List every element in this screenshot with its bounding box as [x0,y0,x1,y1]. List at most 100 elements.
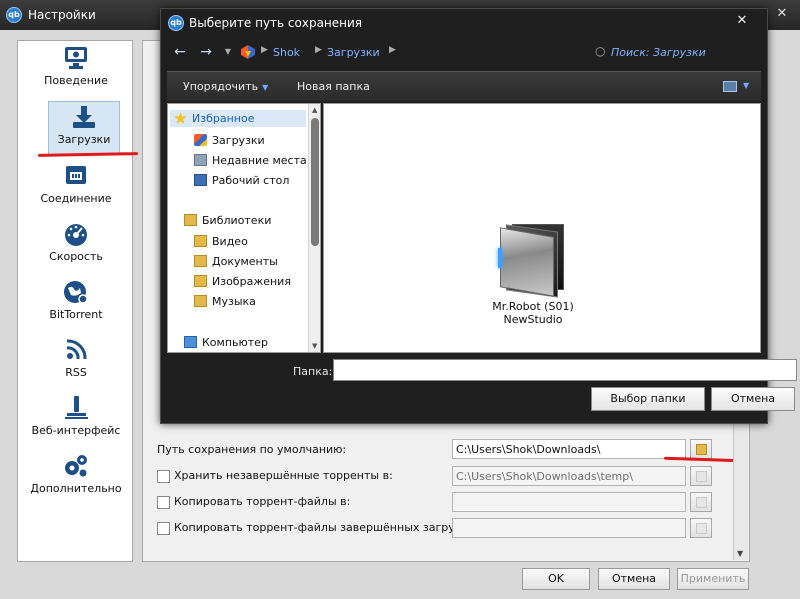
tree-item-label: Рабочий стол [212,174,290,187]
scroll-thumb[interactable] [311,118,319,246]
copy-finished-checkbox[interactable] [157,522,170,535]
tree-item-label: Избранное [192,112,255,125]
organize-button[interactable]: Упорядочить ▼ [183,80,268,93]
tree-item-libraries[interactable]: Библиотеки [184,214,271,227]
tree-item-label: Недавние места [212,154,307,167]
browse-copy-torrent-button[interactable] [690,492,712,512]
panel-scrollbar[interactable]: ▼ [733,420,748,560]
qbittorrent-logo-icon: qb [6,7,22,23]
sidebar-item-bittorrent[interactable]: BitTorrent [18,277,134,331]
breadcrumb-separator-icon: ▶ [261,45,268,55]
tree-item-label: Изображения [212,275,291,288]
default-path-label: Путь сохранения по умолчанию: [157,443,347,456]
breadcrumb-shok[interactable]: Shok [273,46,300,59]
computer-icon [184,336,197,348]
folder-icon [696,497,707,508]
file-list-pane: Mr.Robot (S01) NewStudio [323,103,761,353]
address-bar: ← → ▼ ▶ Shok ▶ Загрузки ▶ ○ Поиск: Загру… [167,39,761,67]
tree-item-documents[interactable]: Документы [194,255,278,268]
new-folder-button[interactable]: Новая папка [297,80,370,93]
browse-default-path-button[interactable] [690,439,712,459]
folder-icon [194,275,207,287]
chevron-down-icon: ▼ [262,83,269,92]
search-input[interactable]: Поиск: Загрузки [611,46,706,59]
settings-sidebar: Поведение Загрузки Соединение Скорость B… [17,40,133,562]
scroll-down-icon[interactable]: ▼ [312,342,317,350]
cancel-button[interactable]: Отмена [598,568,670,590]
download-icon [73,106,95,128]
sidebar-item-label: Скорость [49,250,103,263]
select-folder-button[interactable]: Выбор папки [591,387,705,411]
save-path-dialog: qb Выберите путь сохранения ✕ ← → ▼ ▶ Sh… [160,8,797,424]
sidebar-item-rss[interactable]: RSS [18,335,134,389]
folder-item-name-line1: Mr.Robot (S01) [492,300,574,313]
copy-torrent-checkbox[interactable] [157,496,170,509]
dialog-footer: Папка: Выбор папки Отмена [167,355,797,417]
sidebar-item-label: BitTorrent [49,308,103,321]
library-icon [241,45,255,59]
dialog-toolbar: Упорядочить ▼ Новая папка ▼ [167,71,761,101]
tree-item-recent-places[interactable]: Недавние места [194,154,307,167]
sidebar-item-speed[interactable]: Скорость [18,219,134,273]
gears-icon [65,455,87,477]
keep-incomplete-field[interactable]: C:\Users\Shok\Downloads\temp\ [452,466,686,486]
sidebar-item-label: RSS [65,366,87,379]
navigation-tree: Избранное Загрузки Недавние места Рабочи… [167,103,321,353]
tree-item-label: Видео [212,235,248,248]
web-ui-icon [65,396,88,419]
tree-item-computer[interactable]: Компьютер [184,336,268,349]
tree-item-desktop[interactable]: Рабочий стол [194,174,289,187]
view-mode-icon[interactable] [723,81,737,92]
dialog-cancel-button[interactable]: Отмена [711,387,795,411]
keep-incomplete-checkbox[interactable] [157,470,170,483]
tree-item-label: Библиотеки [202,214,272,227]
sidebar-item-label: Загрузки [57,133,111,146]
settings-title: Настройки [28,8,96,22]
tree-item-images[interactable]: Изображения [194,275,291,288]
tree-item-video[interactable]: Видео [194,235,248,248]
tree-scrollbar[interactable]: ▲ ▼ [308,104,320,352]
copy-finished-field[interactable] [452,518,686,538]
default-path-field[interactable]: C:\Users\Shok\Downloads\ [452,439,686,459]
sidebar-item-web-ui[interactable]: Веб-интерфейс [18,393,134,447]
sidebar-item-label: Поведение [44,74,108,87]
scroll-down-icon[interactable]: ▼ [737,549,743,558]
copy-torrent-field[interactable] [452,492,686,512]
apply-button[interactable]: Применить [677,568,749,590]
sidebar-item-advanced[interactable]: Дополнительно [18,451,134,505]
scroll-up-icon[interactable]: ▲ [312,106,317,114]
speedometer-icon [65,224,87,246]
history-dropdown-icon[interactable]: ▼ [219,43,237,61]
folder-item-mr-robot[interactable]: Mr.Robot (S01) NewStudio [488,218,578,326]
tree-item-downloads[interactable]: Загрузки [194,134,265,147]
folder-icon [184,214,197,226]
browse-incomplete-button[interactable] [690,466,712,486]
desktop-icon [194,174,207,186]
network-icon [66,166,86,184]
ok-button[interactable]: OK [522,568,590,590]
organize-label: Упорядочить [183,80,259,93]
downloads-folder-icon [194,134,207,146]
star-icon [174,112,187,124]
folder-item-name-line2: NewStudio [503,313,563,326]
dialog-close-button[interactable]: ✕ [727,13,757,31]
folder-input[interactable] [333,359,797,381]
folder-icon [696,471,707,482]
folder-icon [696,444,707,455]
chevron-down-icon[interactable]: ▼ [743,81,749,90]
rss-icon [66,339,87,360]
breadcrumb-downloads[interactable]: Загрузки [327,46,380,59]
tree-item-music[interactable]: Музыка [194,295,256,308]
settings-close-button[interactable]: ✕ [770,6,794,24]
dialog-titlebar: qb Выберите путь сохранения ✕ [161,9,767,37]
sidebar-item-behavior[interactable]: Поведение [18,43,134,97]
sidebar-item-downloads[interactable]: Загрузки [48,101,120,155]
sidebar-item-connection[interactable]: Соединение [18,161,134,215]
tree-item-favorites[interactable]: Избранное [170,110,306,127]
forward-arrow-icon[interactable]: → [197,43,215,61]
refresh-icon[interactable]: ○ [595,44,605,58]
browse-copy-finished-button[interactable] [690,518,712,538]
copy-torrent-label: Копировать торрент-файлы в: [174,495,351,508]
folder-icon [696,523,707,534]
back-arrow-icon[interactable]: ← [171,43,189,61]
